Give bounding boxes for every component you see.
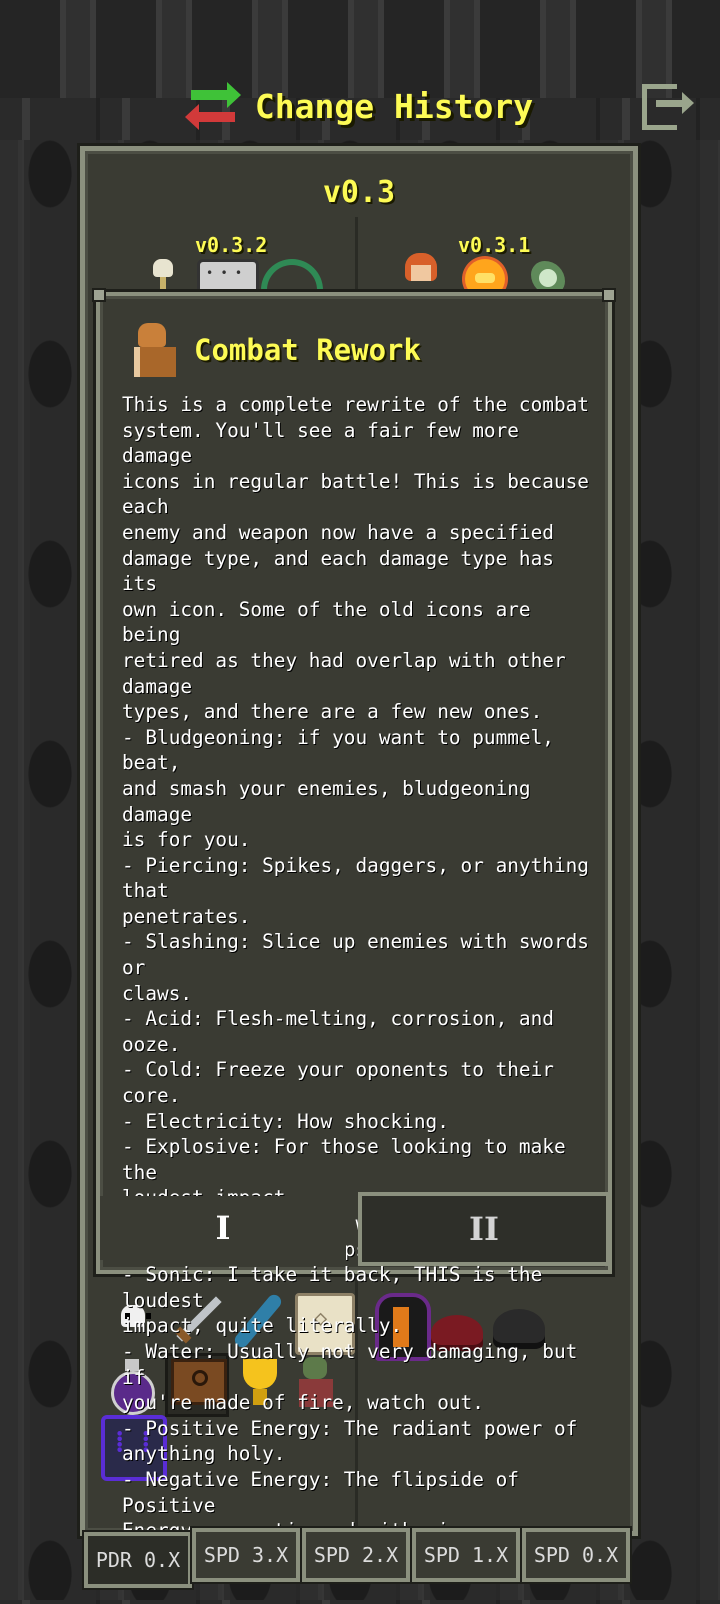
sub-version-left: v0.3.2 [195, 233, 268, 257]
tab-page-1[interactable]: I [100, 1196, 346, 1260]
dialog-header: Combat Rework [132, 322, 421, 378]
redhead-hero-icon[interactable] [401, 253, 441, 297]
dialog-body-text: This is a complete rewrite of the combat… [122, 393, 589, 1568]
dialog-title: Combat Rework [194, 333, 421, 367]
tab-page-2[interactable]: II [358, 1192, 610, 1266]
tab-pdr-0x[interactable]: PDR 0.X [84, 1532, 192, 1588]
change-detail-dialog: Combat Rework This is a complete rewrite… [92, 288, 616, 1568]
version-title: v0.3 [322, 175, 396, 210]
exit-icon [642, 84, 677, 130]
version-tabs: PDR 0.X SPD 3.X SPD 2.X SPD 1.X SPD 0.X [78, 1528, 638, 1588]
tab-spd-2x[interactable]: SPD 2.X [302, 1528, 410, 1582]
header: Change History [0, 76, 720, 136]
tab-spd-3x[interactable]: SPD 3.X [192, 1528, 300, 1582]
swap-arrows-icon [184, 82, 241, 130]
skeleton-key-icon[interactable] [151, 259, 175, 297]
page-title: Change History [254, 86, 534, 126]
exit-button[interactable] [642, 84, 694, 130]
tab-spd-1x[interactable]: SPD 1.X [412, 1528, 520, 1582]
monk-sprite-icon [132, 323, 176, 377]
sub-version-right: v0.3.1 [458, 233, 531, 257]
tab-spd-0x[interactable]: SPD 0.X [522, 1528, 630, 1582]
